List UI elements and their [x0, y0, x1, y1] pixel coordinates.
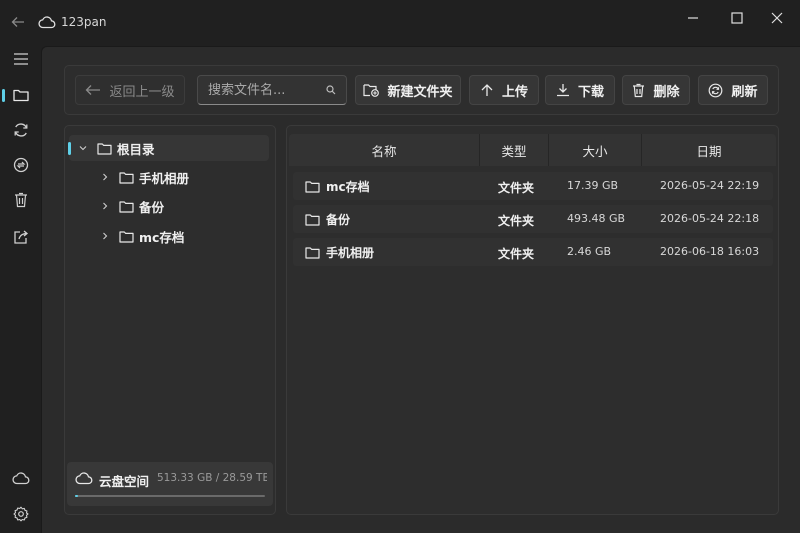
folder-tree: 根目录 手机相册 备份 mc存档 云盘空间 513.33 GB / 28.59 …	[64, 125, 276, 515]
file-name-cell: mc存档	[305, 178, 370, 195]
nav-rail	[0, 46, 41, 533]
trash-icon[interactable]	[0, 185, 41, 215]
folder-icon	[119, 171, 134, 184]
file-size: 2.46 GB	[567, 245, 612, 258]
upload-arrow-icon	[480, 83, 494, 97]
column-header-size[interactable]: 大小	[549, 134, 642, 166]
search-icon[interactable]	[326, 85, 336, 95]
cloud-icon[interactable]	[0, 463, 41, 493]
close-icon[interactable]	[768, 10, 786, 26]
file-name-cell: 备份	[305, 211, 350, 228]
maximize-icon[interactable]	[728, 10, 746, 26]
file-name: 手机相册	[326, 246, 375, 260]
folder-icon[interactable]	[0, 80, 41, 110]
file-list-header: 名称 类型 大小 日期	[289, 134, 776, 166]
tree-node-root[interactable]: 根目录	[68, 135, 269, 161]
menu-icon[interactable]	[0, 44, 41, 74]
tree-node-mc-archive[interactable]: mc存档	[99, 223, 184, 249]
table-row[interactable]: 手机相册 文件夹 2.46 GB 2026-06-18 16:03	[293, 238, 773, 266]
minimize-icon[interactable]	[684, 10, 702, 26]
tree-node-label: 手机相册	[139, 170, 190, 186]
toolbar: 返回上一级 新建文件夹 上传 下载	[64, 65, 779, 115]
table-row[interactable]: mc存档 文件夹 17.39 GB 2026-05-24 22:19	[293, 172, 773, 200]
search-box[interactable]	[197, 75, 347, 105]
delete-label: 删除	[653, 84, 680, 100]
chevron-right-icon[interactable]	[99, 173, 111, 181]
main-content: 返回上一级 新建文件夹 上传 下载	[41, 46, 800, 533]
file-name: 备份	[326, 213, 351, 227]
folder-icon	[119, 230, 134, 243]
download-label: 下载	[577, 84, 604, 100]
download-icon	[556, 83, 570, 97]
app-title: 123pan	[61, 15, 107, 29]
tree-node-label: 备份	[139, 199, 165, 215]
storage-progress-fill	[75, 495, 79, 497]
folder-icon	[305, 213, 320, 226]
file-type: 文件夹	[498, 247, 535, 261]
transfer-icon[interactable]	[0, 150, 41, 180]
column-header-type[interactable]: 类型	[480, 134, 549, 166]
storage-progress-bar	[75, 495, 265, 497]
file-name-cell: 手机相册	[305, 244, 374, 261]
file-date: 2026-05-24 22:19	[660, 179, 760, 192]
file-date: 2026-06-18 16:03	[660, 245, 760, 258]
cloud-icon	[75, 471, 93, 485]
settings-gear-icon[interactable]	[0, 499, 41, 529]
upload-label: 上传	[501, 84, 528, 100]
back-button[interactable]: 返回上一级	[75, 75, 185, 105]
storage-quota: 云盘空间 513.33 GB / 28.59 TB	[67, 462, 273, 506]
file-type: 文件夹	[498, 214, 535, 228]
new-folder-button[interactable]: 新建文件夹	[355, 75, 461, 105]
file-name: mc存档	[326, 180, 370, 194]
column-header-name[interactable]: 名称	[289, 134, 480, 166]
file-list: 名称 类型 大小 日期 mc存档 文件夹 17.39 GB 2026-05-24…	[286, 125, 779, 515]
title-bar: 123pan	[0, 0, 800, 46]
upload-button[interactable]: 上传	[469, 75, 539, 105]
folder-icon	[305, 180, 320, 193]
tree-node-label: mc存档	[139, 229, 185, 245]
download-button[interactable]: 下载	[545, 75, 615, 105]
storage-label: 云盘空间	[99, 474, 150, 489]
tree-node-backup[interactable]: 备份	[99, 193, 164, 219]
table-row[interactable]: 备份 文件夹 493.48 GB 2026-05-24 22:18	[293, 205, 773, 233]
trash-icon	[632, 83, 645, 98]
tree-node-phone-album[interactable]: 手机相册	[99, 164, 189, 190]
chevron-right-icon[interactable]	[99, 202, 111, 210]
cloud-icon	[38, 15, 56, 29]
storage-value: 513.33 GB / 28.59 TB	[157, 472, 267, 484]
file-size: 17.39 GB	[567, 179, 619, 192]
column-header-date[interactable]: 日期	[642, 134, 776, 166]
file-date: 2026-05-24 22:18	[660, 212, 760, 225]
file-size: 493.48 GB	[567, 212, 626, 225]
refresh-button[interactable]: 刷新	[698, 75, 768, 105]
back-button-label: 返回上一级	[109, 84, 175, 100]
delete-button[interactable]: 删除	[622, 75, 690, 105]
chevron-right-icon[interactable]	[99, 232, 111, 240]
tree-node-label: 根目录	[117, 141, 155, 157]
search-input[interactable]	[208, 81, 320, 99]
refresh-icon	[708, 83, 723, 98]
sync-icon[interactable]	[0, 115, 41, 145]
back-arrow-icon[interactable]	[10, 14, 26, 30]
folder-icon	[119, 200, 134, 213]
new-folder-icon	[363, 83, 380, 97]
arrow-left-icon	[85, 84, 101, 96]
folder-icon	[305, 246, 320, 259]
share-icon[interactable]	[0, 222, 41, 252]
new-folder-label: 新建文件夹	[387, 84, 453, 100]
chevron-down-icon[interactable]	[77, 145, 89, 151]
refresh-label: 刷新	[731, 84, 758, 100]
folder-icon	[97, 142, 112, 155]
file-type: 文件夹	[498, 181, 535, 195]
